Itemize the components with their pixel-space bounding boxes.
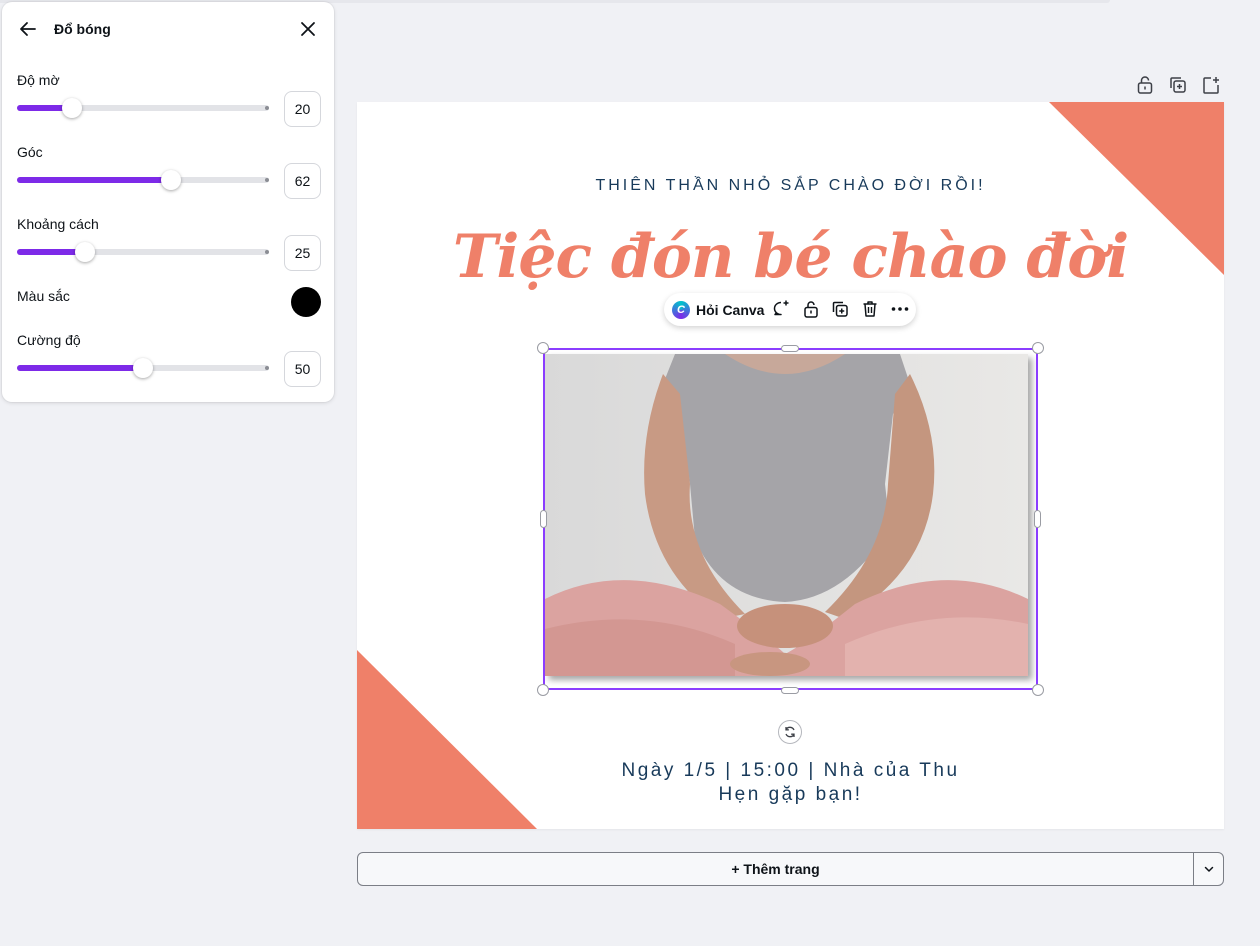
distance-value-input[interactable]: 25	[284, 235, 321, 271]
intensity-slider[interactable]	[17, 358, 269, 378]
duplicate-icon[interactable]	[830, 299, 850, 319]
angle-value-input[interactable]: 62	[284, 163, 321, 199]
slider-thumb[interactable]	[160, 170, 181, 190]
panel-header: Đổ bóng	[2, 2, 334, 54]
resize-handle-top-left[interactable]	[537, 342, 549, 354]
resize-handle-bottom-left[interactable]	[537, 684, 549, 696]
slider-end-dot	[265, 106, 269, 110]
lock-icon[interactable]	[1134, 74, 1156, 96]
duplicate-page-icon[interactable]	[1167, 74, 1189, 96]
more-options-icon[interactable]	[890, 299, 910, 319]
slider-end-dot	[265, 250, 269, 254]
back-arrow-icon[interactable]	[16, 17, 40, 41]
resize-handle-right[interactable]	[1034, 510, 1041, 528]
close-icon[interactable]	[296, 17, 320, 41]
angle-slider[interactable]	[17, 170, 269, 190]
blur-slider[interactable]	[17, 98, 269, 118]
panel-title: Đổ bóng	[54, 21, 111, 37]
blur-label: Độ mờ	[17, 72, 60, 88]
element-floating-toolbar: C Hỏi Canva	[664, 293, 916, 326]
comment-add-icon[interactable]	[771, 299, 791, 319]
intensity-value-input[interactable]: 50	[284, 351, 321, 387]
selection-frame	[543, 348, 1038, 690]
chevron-down-icon	[1204, 866, 1213, 872]
canva-logo-icon: C	[672, 301, 690, 319]
slider-thumb[interactable]	[62, 98, 83, 118]
resize-handle-top[interactable]	[781, 345, 799, 352]
slider-end-dot	[265, 366, 269, 370]
add-page-button[interactable]: + Thêm trang	[357, 852, 1194, 886]
lock-icon[interactable]	[801, 299, 821, 319]
resize-handle-bottom-right[interactable]	[1032, 684, 1044, 696]
slider-end-dot	[265, 178, 269, 182]
angle-label: Góc	[17, 144, 43, 160]
design-title[interactable]: Tiệc đón bé chào đời	[357, 222, 1224, 292]
slider-thumb[interactable]	[133, 358, 153, 378]
distance-slider[interactable]	[17, 242, 269, 262]
design-subtitle[interactable]: THIÊN THẦN NHỎ SẮP CHÀO ĐỜI RỒI!	[357, 177, 1224, 195]
slider-thumb[interactable]	[75, 242, 96, 262]
ask-canva-button[interactable]: C Hỏi Canva	[672, 300, 764, 320]
design-date-line[interactable]: Ngày 1/5 | 15:00 | Nhà của Thu	[357, 760, 1224, 782]
design-see-you-line[interactable]: Hẹn gặp bạn!	[357, 784, 1224, 806]
add-page-dropdown[interactable]	[1193, 852, 1224, 886]
ask-canva-label: Hỏi Canva	[696, 302, 765, 318]
add-page-icon[interactable]	[1200, 74, 1222, 96]
color-label: Màu sắc	[17, 288, 70, 304]
trash-icon[interactable]	[860, 299, 880, 319]
slider-fill	[17, 177, 171, 183]
rotate-icon[interactable]	[778, 720, 802, 744]
blur-value-input[interactable]: 20	[284, 91, 321, 127]
resize-handle-left[interactable]	[540, 510, 547, 528]
shadow-color-swatch[interactable]	[291, 287, 321, 317]
resize-handle-bottom[interactable]	[781, 687, 799, 694]
shadow-settings-panel: Đổ bóng Độ mờ 20 Góc 62 Khoảng cách 25 M…	[2, 2, 334, 402]
slider-fill	[17, 365, 143, 371]
resize-handle-top-right[interactable]	[1032, 342, 1044, 354]
distance-label: Khoảng cách	[17, 216, 99, 232]
intensity-label: Cường độ	[17, 332, 81, 348]
